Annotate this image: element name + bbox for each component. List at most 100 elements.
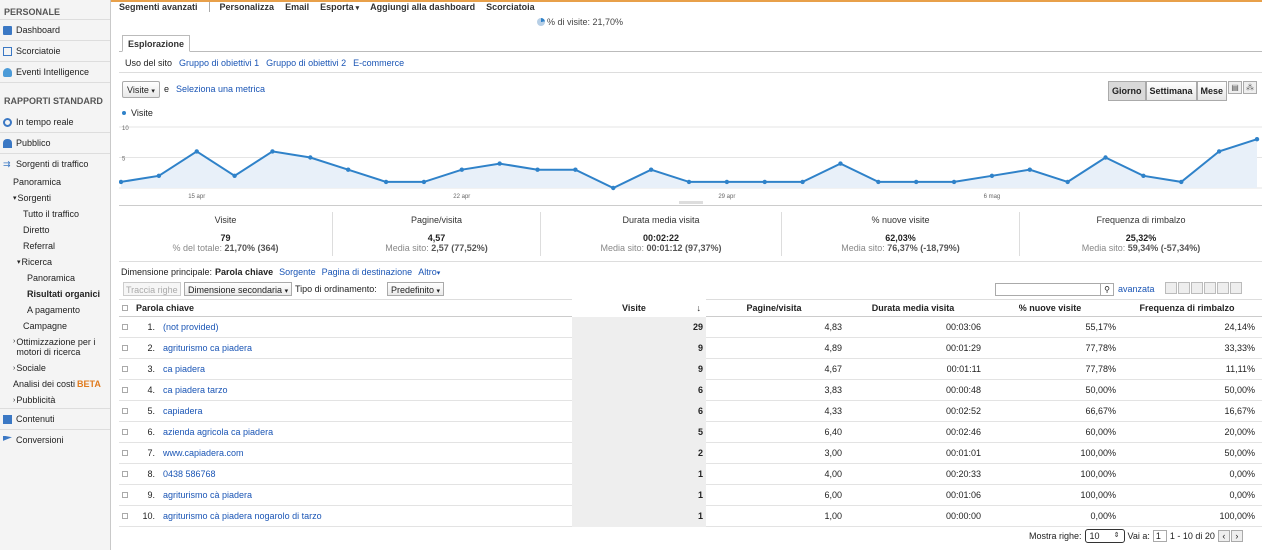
dimension-other-link[interactable]: Altro▾ bbox=[418, 267, 440, 277]
row-checkbox[interactable] bbox=[119, 364, 136, 374]
period-day-button[interactable]: Giorno bbox=[1108, 81, 1146, 101]
goto-page-input[interactable]: 1 bbox=[1152, 530, 1167, 542]
summary-sub: % del totale: 21,70% (364) bbox=[119, 243, 332, 253]
tab-explorer[interactable]: Esplorazione bbox=[122, 35, 191, 52]
sidebar-sub-sources[interactable]: ▾ Sorgenti bbox=[0, 190, 110, 206]
plot-rows-button[interactable]: Traccia righe bbox=[123, 282, 181, 296]
header-new-visits[interactable]: % nuove visite bbox=[984, 303, 1119, 313]
table-search-input[interactable] bbox=[995, 283, 1114, 296]
sidebar-sub-seo[interactable]: › Ottimizzazione per i motori di ricerca bbox=[0, 334, 110, 360]
summary-metric: Durata media visita 00:02:22 Media sito: 0… bbox=[541, 212, 782, 256]
subtab-ecommerce[interactable]: E-commerce bbox=[353, 58, 404, 68]
sidebar-item-intelligence[interactable]: Eventi Intelligence bbox=[0, 61, 110, 82]
rows-per-page-select[interactable]: 10 ⇕ bbox=[1084, 529, 1125, 543]
motion-chart-icon[interactable]: ⁂ bbox=[1243, 81, 1257, 94]
data-point bbox=[989, 173, 995, 178]
sort-type-select[interactable]: Predefinito ▾ bbox=[387, 282, 445, 296]
sidebar-sub-direct[interactable]: Diretto bbox=[0, 222, 110, 238]
dimension-source-link[interactable]: Sorgente bbox=[279, 267, 316, 277]
sidebar-sub-overview[interactable]: Panoramica bbox=[0, 174, 110, 190]
keyword-link[interactable]: ca piadera tarzo bbox=[163, 385, 228, 395]
keyword-link[interactable]: (not provided) bbox=[163, 322, 219, 332]
keyword-link[interactable]: capiadera bbox=[163, 406, 203, 416]
sidebar-sub-search-overview[interactable]: Panoramica bbox=[0, 270, 110, 286]
summary-metric: Pagine/visita 4,57 Media sito: 2,57 (77,52… bbox=[333, 212, 541, 256]
export-button[interactable]: Esporta ▾ bbox=[320, 2, 359, 12]
row-checkbox[interactable] bbox=[119, 322, 136, 332]
sidebar-sub-paid[interactable]: A pagamento bbox=[0, 302, 110, 318]
table-row: 8. 0438 586768 1 4,00 00:20:33 100,00% 0,00% bbox=[119, 463, 1262, 485]
dimension-label: Dimensione principale: bbox=[121, 267, 213, 277]
keyword-link[interactable]: 0438 586768 bbox=[163, 469, 216, 479]
secondary-dimension-select[interactable]: Dimensione secondaria ▾ bbox=[184, 282, 293, 296]
email-button[interactable]: Email bbox=[285, 2, 309, 12]
period-month-button[interactable]: Mese bbox=[1196, 81, 1228, 101]
chevron-down-icon: ▾ bbox=[284, 288, 289, 295]
subtab-site-usage[interactable]: Uso del sito bbox=[125, 58, 172, 68]
table-view-toggle bbox=[1164, 282, 1242, 294]
sidebar-item-content[interactable]: Contenuti bbox=[0, 408, 110, 429]
sidebar-sub-all-traffic[interactable]: Tutto il traffico bbox=[0, 206, 110, 222]
sidebar-sub-campaigns[interactable]: Campagne bbox=[0, 318, 110, 334]
secondary-dimension-label: Dimensione secondaria bbox=[188, 285, 283, 295]
line-chart-icon[interactable]: ▤ bbox=[1228, 81, 1242, 94]
sidebar-item-audience[interactable]: Pubblico bbox=[0, 132, 110, 153]
sidebar-sub-search[interactable]: ▾ Ricerca bbox=[0, 254, 110, 270]
row-checkbox[interactable] bbox=[119, 343, 136, 353]
new-visits-cell: 100,00% bbox=[1080, 469, 1116, 479]
row-checkbox[interactable] bbox=[119, 490, 136, 500]
pivot-view-icon[interactable] bbox=[1230, 282, 1242, 294]
sidebar-sub-referral[interactable]: Referral bbox=[0, 238, 110, 254]
keyword-link[interactable]: agriturismo cà piadera nogarolo di tarzo bbox=[163, 511, 322, 521]
row-checkbox[interactable] bbox=[119, 448, 136, 458]
performance-view-icon[interactable] bbox=[1191, 282, 1203, 294]
header-avg-duration[interactable]: Durata media visita bbox=[845, 303, 984, 313]
sidebar-item-conversions[interactable]: Conversioni bbox=[0, 429, 110, 450]
select-metric-link[interactable]: Seleziona una metrica bbox=[176, 84, 265, 94]
row-checkbox[interactable] bbox=[119, 427, 136, 437]
table-view-icon[interactable] bbox=[1165, 282, 1177, 294]
advanced-segments-button[interactable]: Segmenti avanzati bbox=[119, 2, 198, 12]
select-all-checkbox[interactable] bbox=[119, 303, 136, 313]
row-checkbox[interactable] bbox=[119, 469, 136, 479]
sidebar-item-realtime[interactable]: In tempo reale bbox=[0, 112, 110, 132]
term-cloud-icon[interactable] bbox=[1217, 282, 1229, 294]
keyword-link[interactable]: ca piadera bbox=[163, 364, 205, 374]
search-icon[interactable]: ⚲ bbox=[1100, 284, 1113, 295]
keyword-link[interactable]: www.capiadera.com bbox=[163, 448, 244, 458]
dimension-landing-page-link[interactable]: Pagina di destinazione bbox=[322, 267, 413, 277]
sidebar-item-dashboard[interactable]: Dashboard bbox=[0, 19, 110, 40]
customize-button[interactable]: Personalizza bbox=[220, 2, 275, 12]
data-point bbox=[648, 167, 654, 172]
comparison-view-icon[interactable] bbox=[1204, 282, 1216, 294]
header-pages-per-visit[interactable]: Pagine/visita bbox=[706, 303, 845, 313]
keyword-link[interactable]: azienda agricola ca piadera bbox=[163, 427, 273, 437]
row-number: 6. bbox=[147, 427, 155, 437]
row-checkbox[interactable] bbox=[119, 406, 136, 416]
pie-view-icon[interactable] bbox=[1178, 282, 1190, 294]
subtab-goal-set-1[interactable]: Gruppo di obiettivi 1 bbox=[179, 58, 259, 68]
advanced-filter-link[interactable]: avanzata bbox=[1118, 284, 1155, 294]
keyword-link[interactable]: agriturismo cà piadera bbox=[163, 490, 252, 500]
header-bounce-rate[interactable]: Frequenza di rimbalzo bbox=[1119, 303, 1258, 313]
shortcut-button[interactable]: Scorciatoia bbox=[486, 2, 535, 12]
header-visits[interactable]: Visite ↓ bbox=[572, 299, 706, 317]
add-to-dashboard-button[interactable]: Aggiungi alla dashboard bbox=[370, 2, 475, 12]
sidebar-item-traffic[interactable]: ⇉ Sorgenti di traffico bbox=[0, 153, 110, 174]
sidebar-sub-cost[interactable]: Analisi dei costi BETA bbox=[0, 376, 110, 392]
data-point bbox=[308, 155, 313, 160]
row-checkbox[interactable] bbox=[119, 511, 136, 521]
sidebar-item-shortcuts[interactable]: Scorciatoie bbox=[0, 40, 110, 61]
sidebar-sub-social[interactable]: › Sociale bbox=[0, 360, 110, 376]
metric-select[interactable]: Visite ▾ bbox=[122, 81, 160, 98]
row-checkbox[interactable] bbox=[119, 385, 136, 395]
subtab-goal-set-2[interactable]: Gruppo di obiettivi 2 bbox=[266, 58, 346, 68]
keyword-link[interactable]: agriturismo ca piadera bbox=[163, 343, 252, 353]
prev-page-button[interactable]: ‹ bbox=[1217, 530, 1230, 542]
sidebar-sub-organic[interactable]: Risultati organici bbox=[0, 286, 110, 302]
next-page-button[interactable]: › bbox=[1230, 530, 1243, 542]
sidebar-sub-advertising[interactable]: › Pubblicità bbox=[0, 392, 110, 408]
period-week-button[interactable]: Settimana bbox=[1145, 81, 1197, 101]
header-keyword[interactable]: Parola chiave bbox=[136, 303, 572, 313]
summary-sub: Media sito: 76,37% (-18,79%) bbox=[782, 243, 1019, 253]
